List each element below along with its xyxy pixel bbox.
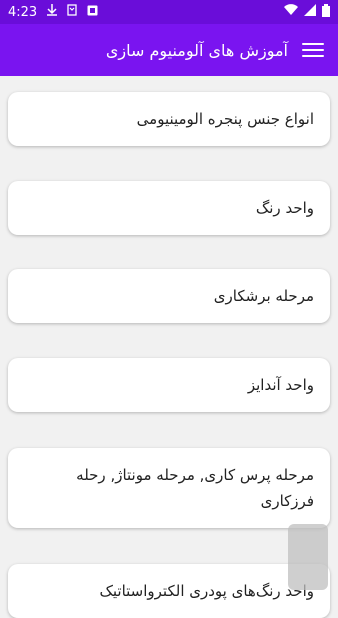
status-time: 4:23 bbox=[8, 4, 38, 20]
download-icon bbox=[47, 4, 58, 20]
signal-icon bbox=[304, 4, 316, 20]
app-title: آموزش های آلومنیوم سازی bbox=[105, 40, 288, 60]
status-bar: 4:23 bbox=[0, 0, 338, 24]
wifi-icon bbox=[284, 4, 298, 20]
list-item[interactable]: واحد رنگ bbox=[8, 181, 330, 235]
list-item[interactable]: واحد آندایز bbox=[8, 358, 330, 412]
bazaar-watermark-logo bbox=[288, 524, 328, 590]
list-item[interactable]: مرحله برشکاری bbox=[8, 269, 330, 323]
list-item[interactable]: مرحله پرس کاری, مرحله مونتاژ, رحله فرزکا… bbox=[8, 448, 330, 528]
box-icon bbox=[87, 5, 98, 20]
list-item-label: مرحله پرس کاری, مرحله مونتاژ, رحله فرزکا… bbox=[76, 466, 314, 510]
hamburger-menu-icon[interactable] bbox=[302, 39, 324, 61]
dev-icon bbox=[67, 4, 77, 20]
list-item[interactable]: انواع جنس پنجره الومینیومی bbox=[8, 92, 330, 146]
battery-icon bbox=[322, 3, 330, 21]
list-item[interactable]: واحد رنگ‌های پودری الکترواستاتیک bbox=[8, 564, 330, 618]
list-item-label: انواع جنس پنجره الومینیومی bbox=[136, 110, 314, 128]
list-item-label: واحد رنگ bbox=[255, 199, 314, 217]
list-item-label: مرحله برشکاری bbox=[213, 287, 314, 305]
list-item-label: واحد آندایز bbox=[247, 376, 314, 394]
list-item-label: واحد رنگ‌های پودری الکترواستاتیک bbox=[99, 582, 314, 600]
app-bar: آموزش های آلومنیوم سازی bbox=[0, 24, 338, 76]
